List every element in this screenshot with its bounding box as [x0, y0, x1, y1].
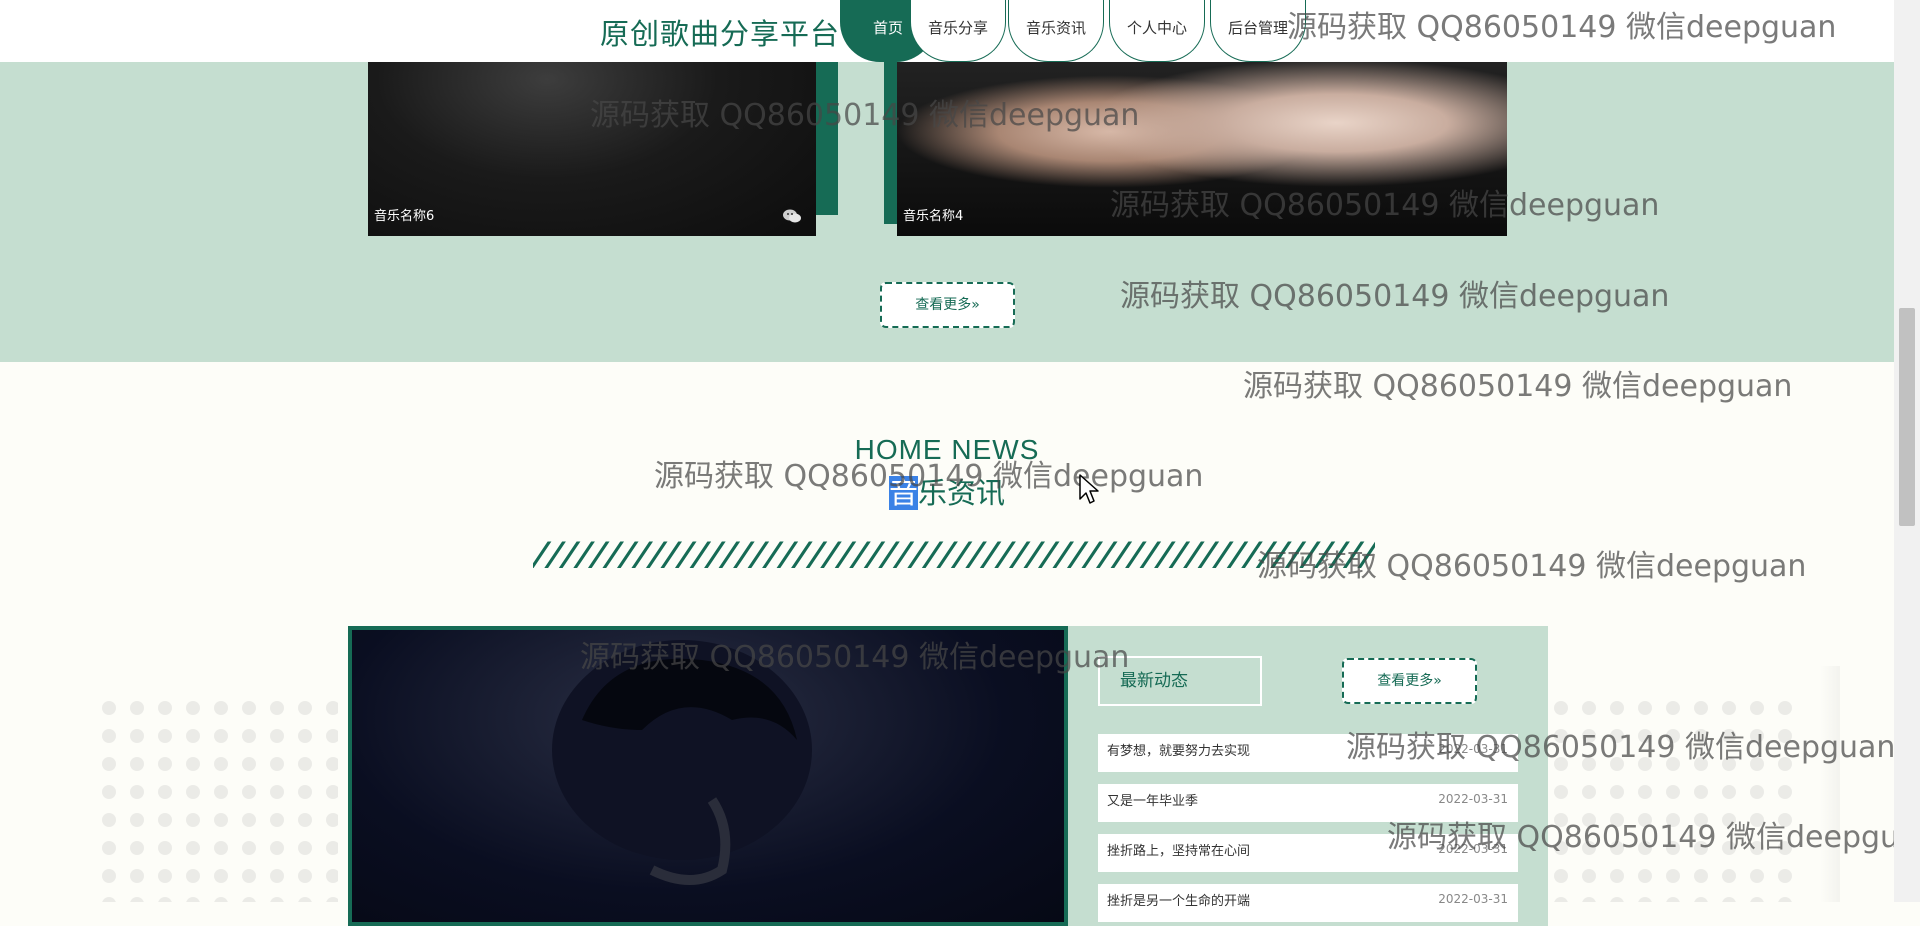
news-item-date: 2022-03-31	[1438, 792, 1508, 806]
news-item-title: 挫折是另一个生命的开端	[1107, 894, 1251, 909]
watermark: 源码获取 QQ86050149 微信deepguan	[1110, 188, 1660, 223]
view-more-news-button[interactable]: 查看更多»	[1342, 658, 1477, 704]
news-list-item[interactable]: 挫折是另一个生命的开端 2022-03-31	[1098, 884, 1518, 922]
scrollbar-thumb[interactable]	[1899, 308, 1915, 526]
news-item-title: 又是一年毕业季	[1107, 794, 1199, 809]
watermark: 源码获取 QQ86050149 微信deepguan	[1120, 279, 1670, 314]
site-title: 原创歌曲分享平台	[600, 17, 841, 51]
watermark: 源码获取 QQ86050149 微信deepguan	[580, 640, 1130, 675]
view-more-music-button[interactable]: 查看更多»	[880, 282, 1015, 328]
music-card-caption: 音乐名称4	[903, 209, 964, 224]
news-item-title: 有梦想，就要努力去实现	[1107, 744, 1251, 759]
wechat-icon[interactable]	[782, 208, 802, 224]
music-card-caption: 音乐名称6	[374, 209, 435, 224]
dot-pattern-left	[98, 696, 338, 902]
slash-divider-text: ////////////////////////////////////////…	[533, 538, 1375, 568]
slash-divider: ////////////////////////////////////////…	[533, 538, 1375, 568]
watermark: 源码获取 QQ86050149 微信deepguan	[654, 459, 1204, 494]
watermark: 源码获取 QQ86050149 微信deepguan	[1287, 10, 1837, 45]
nav-item-personal-center[interactable]: 个人中心	[1109, 0, 1205, 62]
music-card-6[interactable]: 音乐名称6	[368, 62, 816, 236]
nav-item-music-news[interactable]: 音乐资讯	[1008, 0, 1104, 62]
music-cover-image	[368, 62, 816, 236]
watermark: 源码获取 QQ86050149 微信deepguan	[1346, 730, 1896, 765]
decor-shadow	[1820, 666, 1840, 902]
news-item-title: 挫折路上，坚持常在心间	[1107, 844, 1251, 859]
watermark: 源码获取 QQ86050149 微信deepguan	[1387, 820, 1920, 855]
nav-item-music-share[interactable]: 音乐分享	[910, 0, 1006, 62]
watermark: 源码获取 QQ86050149 微信deepguan	[1243, 369, 1793, 404]
watermark: 源码获取 QQ86050149 微信deepguan	[590, 98, 1140, 133]
news-item-date: 2022-03-31	[1438, 892, 1508, 906]
news-list-panel: 最新动态 查看更多» 有梦想，就要努力去实现 2022-03-31 又是一年毕业…	[1068, 626, 1548, 926]
watermark: 源码获取 QQ86050149 微信deepguan	[1257, 549, 1807, 584]
card-accent-tab	[884, 62, 898, 224]
mouse-cursor-icon	[1079, 474, 1099, 504]
vertical-scrollbar[interactable]	[1894, 0, 1920, 902]
